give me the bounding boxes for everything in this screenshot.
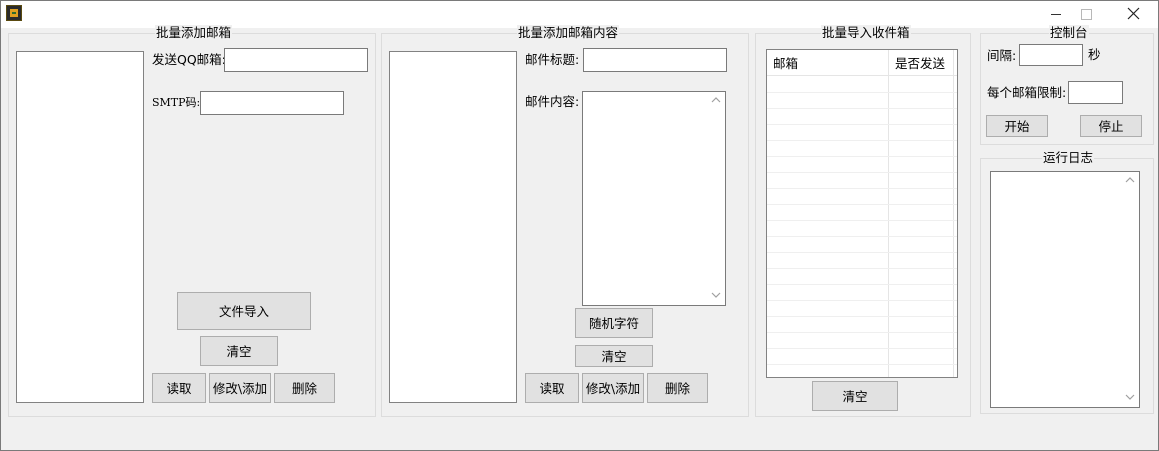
- smtp-code-input[interactable]: [200, 91, 344, 115]
- column-divider: [953, 50, 954, 377]
- body-scroll-down-icon[interactable]: [711, 292, 721, 298]
- stop-button[interactable]: 停止: [1080, 115, 1142, 137]
- close-button[interactable]: [1110, 1, 1156, 27]
- smtp-code-label: SMTP码:: [152, 96, 201, 109]
- subject-label: 邮件标题:: [525, 52, 580, 67]
- limit-label: 每个邮箱限制:: [987, 85, 1067, 100]
- minimize-icon: [1051, 14, 1061, 15]
- grid-line: [767, 140, 957, 141]
- random-chars-button[interactable]: 随机字符: [575, 308, 653, 338]
- grid-line: [767, 252, 957, 253]
- column-header-email[interactable]: 邮箱: [773, 56, 798, 72]
- grid-line: [767, 188, 957, 189]
- control-group-title: 控制台: [1049, 25, 1089, 41]
- sender-modify-add-button[interactable]: 修改\添加: [209, 373, 271, 403]
- interval-label: 间隔:: [987, 48, 1017, 63]
- sender-read-button[interactable]: 读取: [152, 373, 206, 403]
- column-header-sent[interactable]: 是否发送: [895, 56, 945, 72]
- title-bar: [1, 1, 1158, 28]
- file-import-button[interactable]: 文件导入: [177, 292, 311, 330]
- grid-line: [767, 92, 957, 93]
- grid-line: [767, 300, 957, 301]
- content-delete-button[interactable]: 删除: [647, 373, 708, 403]
- qq-email-input[interactable]: [224, 48, 368, 72]
- body-label: 邮件内容:: [525, 94, 580, 109]
- grid-line: [767, 284, 957, 285]
- recipients-clear-button[interactable]: 清空: [812, 381, 898, 411]
- grid-line: [767, 172, 957, 173]
- body-scroll-up-icon[interactable]: [711, 97, 721, 103]
- grid-line: [767, 348, 957, 349]
- recipients-group-title: 批量导入收件箱: [821, 25, 911, 41]
- qq-email-label: 发送QQ邮箱:: [152, 52, 226, 67]
- interval-input[interactable]: [1019, 44, 1083, 66]
- seconds-label: 秒: [1088, 47, 1101, 62]
- sender-delete-button[interactable]: 删除: [274, 373, 335, 403]
- log-textarea[interactable]: [990, 171, 1140, 408]
- grid-line: [767, 364, 957, 365]
- content-list[interactable]: [389, 51, 517, 403]
- grid-line: [767, 236, 957, 237]
- content-modify-add-button[interactable]: 修改\添加: [582, 373, 644, 403]
- sender-clear-button[interactable]: 清空: [200, 336, 278, 366]
- close-icon: [1127, 7, 1139, 20]
- limit-input[interactable]: [1068, 81, 1123, 104]
- recipients-listview[interactable]: 邮箱 是否发送: [766, 49, 958, 378]
- grid-line: [767, 332, 957, 333]
- log-group-title: 运行日志: [1042, 150, 1095, 166]
- sender-email-list[interactable]: [16, 51, 144, 403]
- column-divider: [888, 50, 889, 377]
- app-icon: [6, 5, 22, 21]
- maximize-icon: [1080, 9, 1092, 20]
- content-group-title: 批量添加邮箱内容: [517, 25, 620, 41]
- log-scroll-down-icon[interactable]: [1125, 394, 1135, 400]
- log-scroll-up-icon[interactable]: [1125, 177, 1135, 183]
- content-read-button[interactable]: 读取: [525, 373, 579, 403]
- start-button[interactable]: 开始: [986, 115, 1048, 137]
- content-clear-button[interactable]: 清空: [575, 345, 653, 367]
- grid-line: [767, 156, 957, 157]
- sender-group-title: 批量添加邮箱: [155, 25, 233, 41]
- grid-line: [767, 108, 957, 109]
- grid-line: [767, 204, 957, 205]
- grid-line: [767, 220, 957, 221]
- subject-input[interactable]: [583, 48, 727, 72]
- maximize-button[interactable]: [1063, 1, 1109, 27]
- grid-line: [767, 124, 957, 125]
- grid-line: [767, 316, 957, 317]
- grid-line: [767, 268, 957, 269]
- body-textarea[interactable]: [582, 91, 726, 306]
